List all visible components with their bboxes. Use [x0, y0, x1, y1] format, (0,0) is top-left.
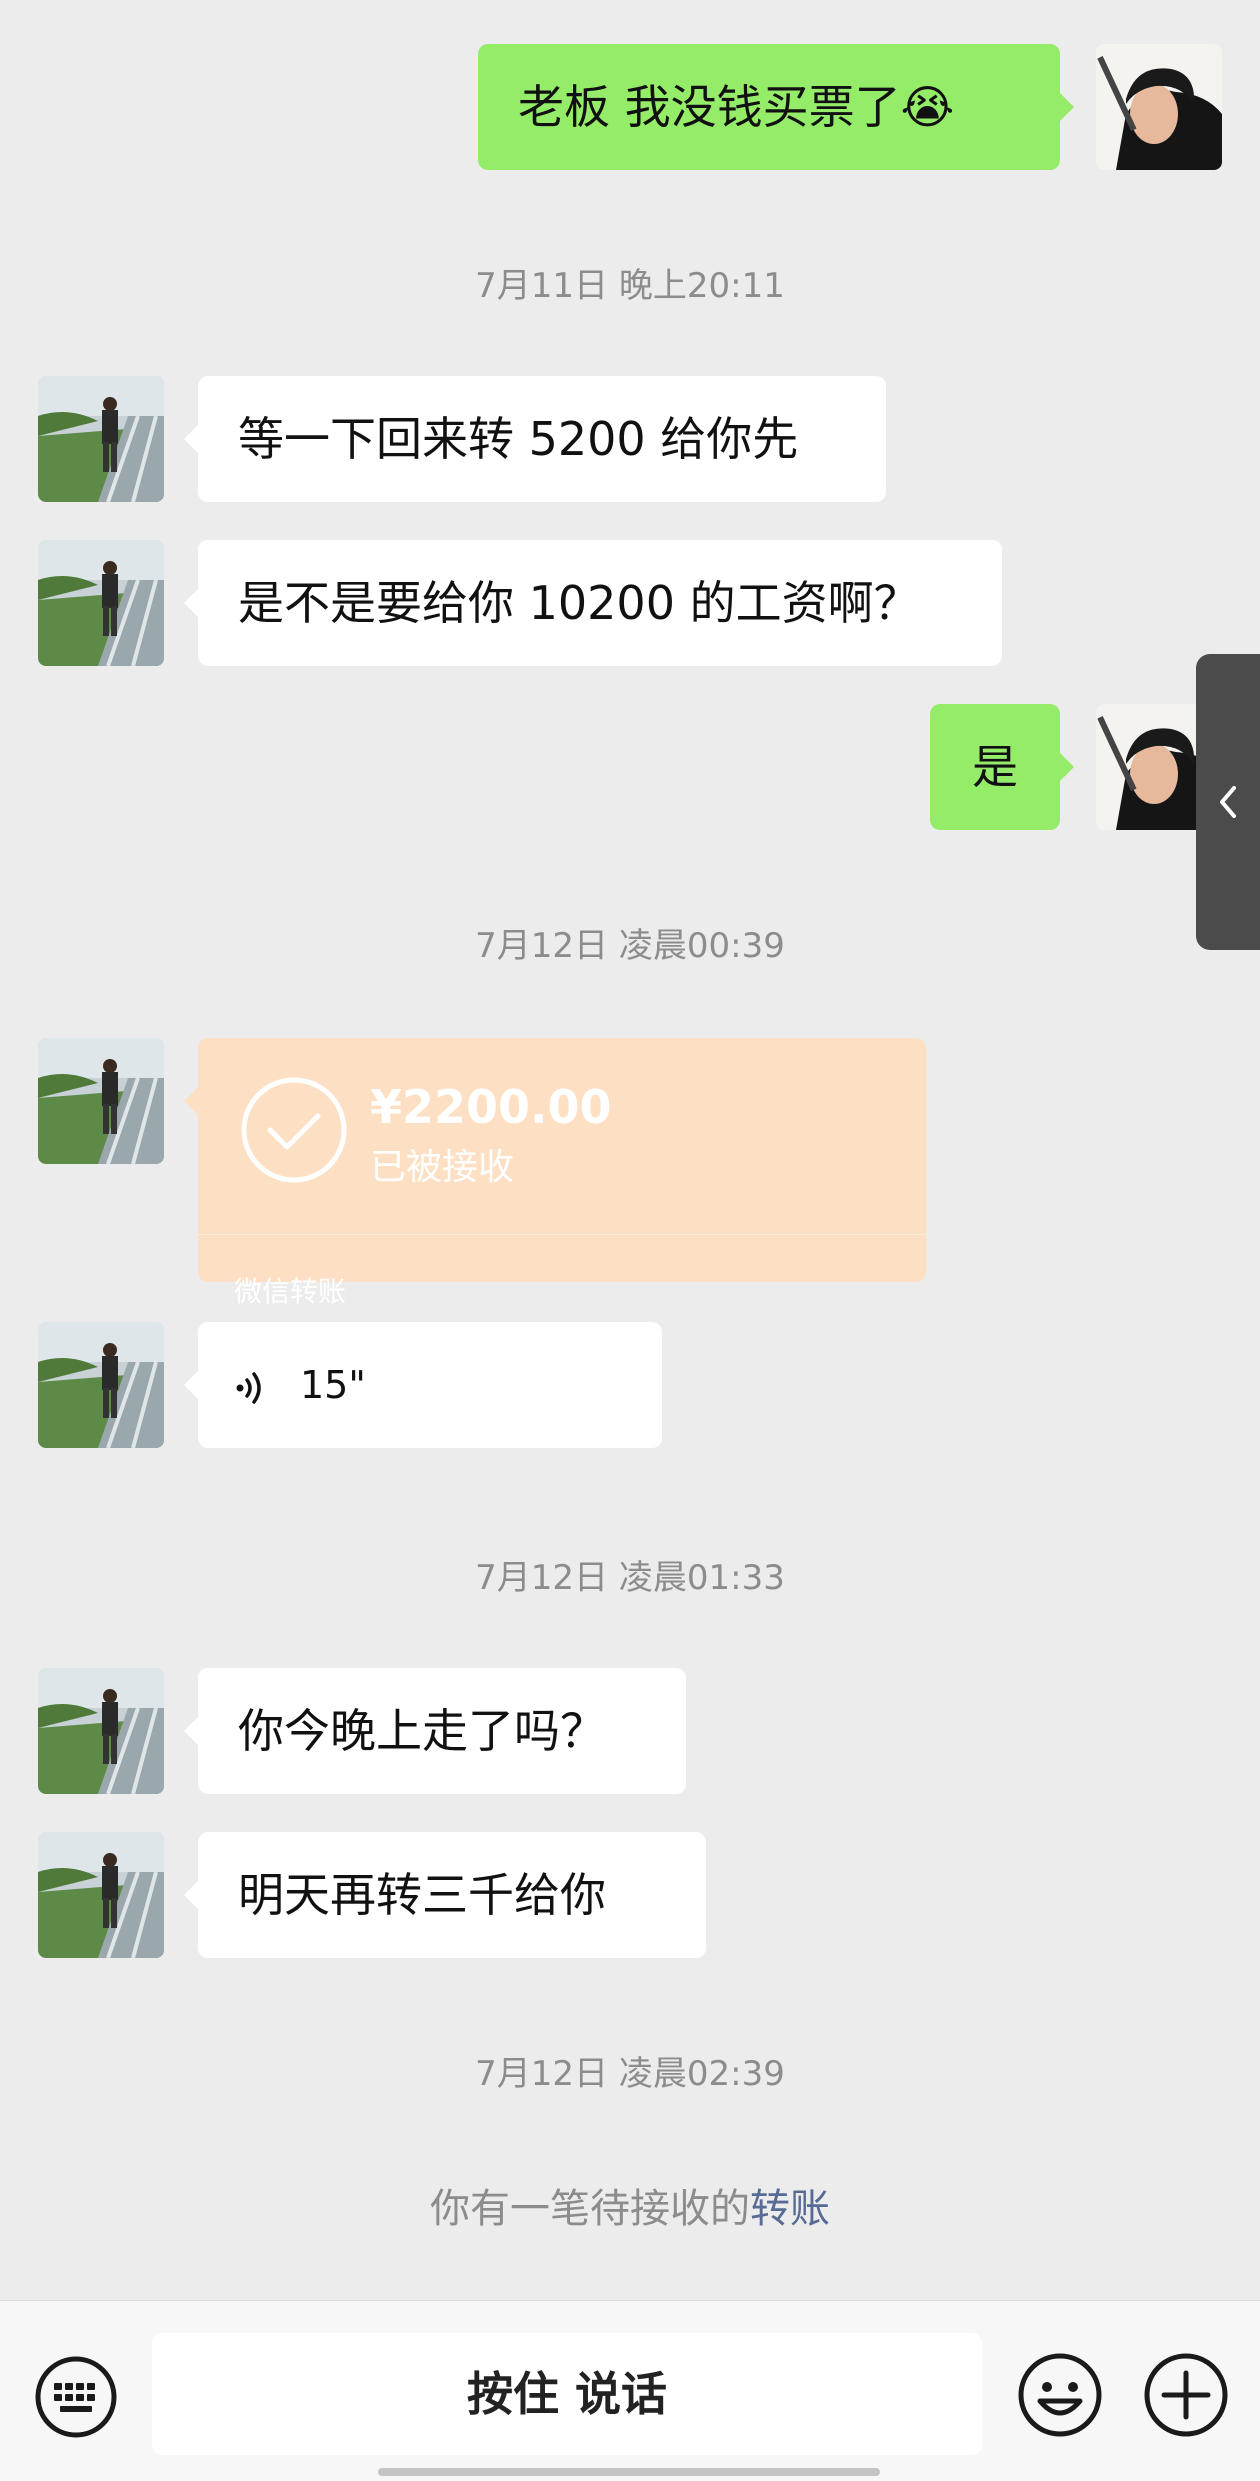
message-bubble-incoming[interactable]: 等一下回来转 5200 给你先	[184, 376, 886, 502]
voice-message-bubble[interactable]: 15"	[184, 1322, 662, 1448]
timestamp: 7月12日 凌晨00:39	[475, 926, 785, 966]
message-text: 等一下回来转 5200 给你先	[238, 412, 799, 466]
input-bar: 按住 说话	[0, 2300, 1260, 2481]
message-bubble-outgoing[interactable]: 老板 我没钱买票了😭	[478, 44, 1074, 170]
chevron-left-icon	[1220, 786, 1236, 818]
transfer-link[interactable]: 转账	[750, 2186, 830, 2232]
transfer-divider	[198, 1234, 926, 1235]
side-panel-tab[interactable]	[1196, 654, 1260, 950]
plus-icon[interactable]	[1142, 2351, 1230, 2439]
timestamp: 7月12日 凌晨02:39	[475, 2054, 785, 2094]
voice-wave-icon	[236, 1371, 261, 1404]
emoji-icon[interactable]	[1016, 2351, 1104, 2439]
pending-transfer-notice: 你有一笔待接收的转账	[0, 2176, 1260, 2234]
message-bubble-outgoing[interactable]: 是	[930, 704, 1074, 830]
my-avatar[interactable]	[1096, 44, 1222, 170]
contact-avatar[interactable]	[38, 1668, 164, 1794]
message-text: 是不是要给你 10200 的工资啊？	[238, 576, 920, 630]
keyboard-icon[interactable]	[34, 2355, 118, 2439]
timestamp: 7月12日 凌晨01:33	[475, 1558, 785, 1598]
contact-avatar[interactable]	[38, 1832, 164, 1958]
message-text: 是	[972, 740, 1018, 794]
transfer-card[interactable]: ¥2200.00 已被接收 微信转账	[184, 1038, 926, 1308]
message-text: 明天再转三千给你	[238, 1868, 606, 1922]
timestamp: 7月11日 晚上20:11	[475, 266, 785, 306]
contact-avatar[interactable]	[38, 540, 164, 666]
transfer-amount: ¥2200.00	[370, 1080, 612, 1134]
home-indicator[interactable]	[378, 2468, 880, 2476]
check-circle-icon	[241, 1077, 347, 1183]
message-bubble-incoming[interactable]: 你今晚上走了吗？	[184, 1668, 686, 1794]
message-bubble-incoming[interactable]: 明天再转三千给你	[184, 1832, 706, 1958]
voice-duration: 15"	[300, 1363, 366, 1407]
transfer-status: 已被接收	[370, 1147, 515, 1188]
contact-avatar[interactable]	[38, 376, 164, 502]
message-text: 老板 我没钱买票了😭	[518, 80, 955, 134]
contact-avatar[interactable]	[38, 1322, 164, 1448]
message-bubble-incoming[interactable]: 是不是要给你 10200 的工资啊？	[184, 540, 1002, 666]
notice-text: 你有一笔待接收的	[430, 2186, 750, 2232]
contact-avatar[interactable]	[38, 1038, 164, 1164]
transfer-label: 微信转账	[234, 1275, 347, 1308]
hold-to-talk-button[interactable]: 按住 说话	[152, 2333, 982, 2455]
message-text: 你今晚上走了吗？	[238, 1704, 606, 1758]
